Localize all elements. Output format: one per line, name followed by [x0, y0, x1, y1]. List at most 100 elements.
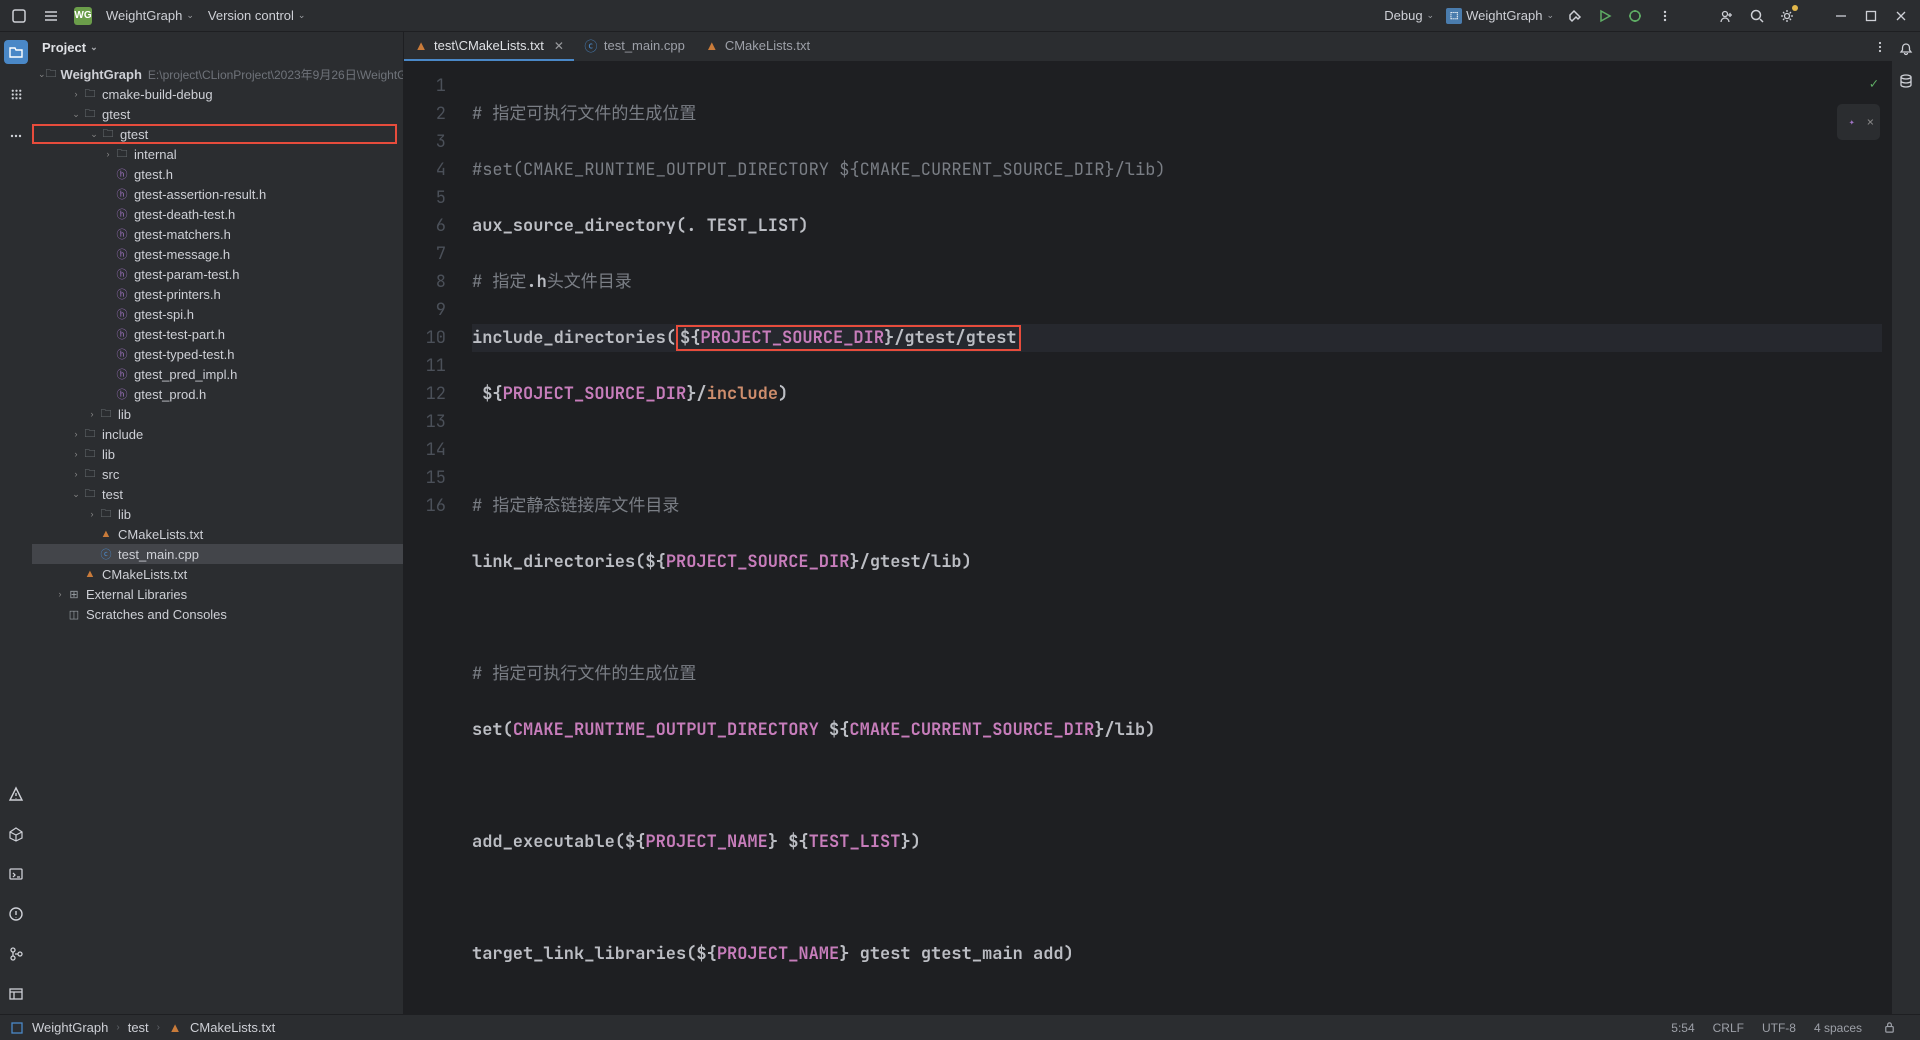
breadcrumb-segment[interactable]: test — [128, 1020, 149, 1035]
chevron-down-icon: ⌄ — [1427, 10, 1435, 21]
cmake-tool-button[interactable] — [4, 822, 28, 846]
minimize-button[interactable] — [1832, 9, 1850, 23]
tree-item[interactable]: ⓗgtest_prod.h — [32, 384, 403, 404]
run-icon[interactable] — [1596, 7, 1614, 25]
tree-item[interactable]: ⓗgtest-spi.h — [32, 304, 403, 324]
tree-item[interactable]: ⓗgtest-param-test.h — [32, 264, 403, 284]
keyword: set — [472, 719, 503, 741]
code-with-me-icon[interactable] — [1718, 7, 1736, 25]
vcs-label: Version control — [208, 8, 294, 23]
comment-text: # 指定.h头文件目录 — [472, 271, 632, 293]
editor-body[interactable]: 12345678910111213141516 # 指定可执行文件的生成位置 #… — [404, 62, 1892, 1014]
editor-tab[interactable]: ▲test\CMakeLists.txt✕ — [404, 32, 574, 61]
check-icon[interactable]: ✓ — [1870, 70, 1878, 98]
tree-item[interactable]: ⓗgtest-death-test.h — [32, 204, 403, 224]
hammer-icon[interactable] — [1566, 7, 1584, 25]
layout-tool-button[interactable] — [4, 982, 28, 1006]
bookmarks-tool-button[interactable] — [4, 82, 28, 106]
editor-tab[interactable]: ▲CMakeLists.txt — [695, 32, 820, 61]
tree-item[interactable]: ⓗgtest.h — [32, 164, 403, 184]
close-icon[interactable]: ✕ — [554, 39, 564, 53]
app-logo-icon[interactable] — [10, 7, 28, 25]
line-number: 12 — [404, 380, 462, 408]
debug-icon[interactable] — [1626, 7, 1644, 25]
build-tool-button[interactable] — [4, 782, 28, 806]
gear-icon[interactable] — [1778, 7, 1796, 25]
breadcrumb: WeightGraph › test › ▲ CMakeLists.txt 5:… — [0, 1014, 1920, 1040]
main-area: Project ⌄ ⌄🗀WeightGraphE:\project\CLionP… — [0, 32, 1920, 1014]
run-config-dropdown[interactable]: ⬚ WeightGraph ⌄ — [1446, 8, 1554, 24]
tree-item[interactable]: ⌄🗀gtest — [32, 104, 403, 124]
args: (${PROJECT_NAME} ${TEST_LIST}) — [615, 831, 921, 853]
tree-item[interactable]: ›🗀include — [32, 424, 403, 444]
tree-item[interactable]: ⓗgtest_pred_impl.h — [32, 364, 403, 384]
line-number: 5 — [404, 184, 462, 212]
line-number: 9 — [404, 296, 462, 324]
tree-item[interactable]: ⓗgtest-assertion-result.h — [32, 184, 403, 204]
chevron-right-icon: › — [157, 1022, 160, 1033]
line-number: 16 — [404, 492, 462, 520]
status-indent[interactable]: 4 spaces — [1814, 1021, 1862, 1035]
line-number: 10 — [404, 324, 462, 352]
breadcrumb-segment[interactable]: WeightGraph — [32, 1020, 108, 1035]
tree-item[interactable]: ⓗgtest-matchers.h — [32, 224, 403, 244]
maximize-button[interactable] — [1862, 9, 1880, 23]
args: (${PROJECT_SOURCE_DIR}/gtest/lib) — [635, 551, 972, 573]
menu-icon[interactable] — [42, 7, 60, 25]
chevron-down-icon: ⌄ — [90, 42, 98, 53]
vcs-dropdown[interactable]: Version control ⌄ — [208, 8, 306, 23]
tree-item[interactable]: ›🗀internal — [32, 144, 403, 164]
project-dropdown[interactable]: WeightGraph ⌄ — [106, 8, 194, 23]
tree-item[interactable]: ⓗgtest-message.h — [32, 244, 403, 264]
run-debug-dropdown[interactable]: Debug ⌄ — [1384, 8, 1434, 23]
left-toolstrip — [0, 32, 32, 1014]
status-eol[interactable]: CRLF — [1713, 1021, 1744, 1035]
lock-icon[interactable] — [1880, 1019, 1898, 1037]
kebab-icon[interactable] — [1656, 7, 1674, 25]
project-header[interactable]: Project ⌄ — [32, 32, 403, 62]
args: (${PROJECT_NAME} gtest gtest_main add) — [686, 943, 1074, 965]
ai-assistant-widget[interactable]: ✦ ✕ — [1837, 104, 1880, 140]
tree-item[interactable]: ⓗgtest-printers.h — [32, 284, 403, 304]
code-text: ${PROJECT_SOURCE_DIR}/include) — [472, 383, 788, 405]
module-icon — [10, 1021, 24, 1035]
project-tree[interactable]: ⌄🗀WeightGraphE:\project\CLionProject\202… — [32, 62, 403, 1014]
chevron-down-icon: ⌄ — [1546, 10, 1554, 21]
status-position[interactable]: 5:54 — [1671, 1021, 1694, 1035]
editor-tabs: ▲test\CMakeLists.txt✕ⓒtest_main.cpp▲CMak… — [404, 32, 1892, 62]
keyword: aux_source_directory — [472, 215, 676, 237]
terminal-tool-button[interactable] — [4, 862, 28, 886]
database-icon[interactable] — [1897, 72, 1915, 90]
tree-root[interactable]: ⌄🗀WeightGraphE:\project\CLionProject\202… — [32, 64, 403, 84]
tree-item[interactable]: ›🗀lib — [32, 444, 403, 464]
tabs-kebab-icon[interactable] — [1868, 32, 1892, 61]
args: (CMAKE_RUNTIME_OUTPUT_DIRECTORY ${CMAKE_… — [503, 719, 1156, 741]
tree-item[interactable]: ›🗀lib — [32, 404, 403, 424]
tree-item[interactable]: ◫Scratches and Consoles — [32, 604, 403, 624]
notifications-icon[interactable] — [1897, 40, 1915, 58]
tree-item[interactable]: ▲CMakeLists.txt — [32, 524, 403, 544]
problems-tool-button[interactable] — [4, 902, 28, 926]
search-icon[interactable] — [1748, 7, 1766, 25]
chevron-down-icon: ⌄ — [298, 10, 306, 21]
tree-item[interactable]: ⓗgtest-test-part.h — [32, 324, 403, 344]
vcs-tool-button[interactable] — [4, 942, 28, 966]
editor-tab[interactable]: ⓒtest_main.cpp — [574, 32, 695, 61]
tree-item[interactable]: ›🗀lib — [32, 504, 403, 524]
project-tool-button[interactable] — [4, 40, 28, 64]
tree-item[interactable]: ⓗgtest-typed-test.h — [32, 344, 403, 364]
breadcrumb-segment[interactable]: CMakeLists.txt — [190, 1020, 275, 1035]
code-content[interactable]: # 指定可执行文件的生成位置 #set(CMAKE_RUNTIME_OUTPUT… — [462, 62, 1892, 1014]
more-tool-button[interactable] — [4, 124, 28, 148]
project-panel: Project ⌄ ⌄🗀WeightGraphE:\project\CLionP… — [32, 32, 404, 1014]
tree-item[interactable]: ▲CMakeLists.txt — [32, 564, 403, 584]
tree-item[interactable]: ⓒtest_main.cpp — [32, 544, 403, 564]
tree-item[interactable]: ⌄🗀test — [32, 484, 403, 504]
tree-item[interactable]: ›🗀src — [32, 464, 403, 484]
tree-item[interactable]: ›🗀cmake-build-debug — [32, 84, 403, 104]
close-button[interactable] — [1892, 9, 1910, 23]
status-encoding[interactable]: UTF-8 — [1762, 1021, 1796, 1035]
tree-item[interactable]: ›⊞External Libraries — [32, 584, 403, 604]
close-icon[interactable]: ✕ — [1867, 108, 1874, 136]
tree-item[interactable]: ⌄🗀gtest — [32, 124, 397, 144]
